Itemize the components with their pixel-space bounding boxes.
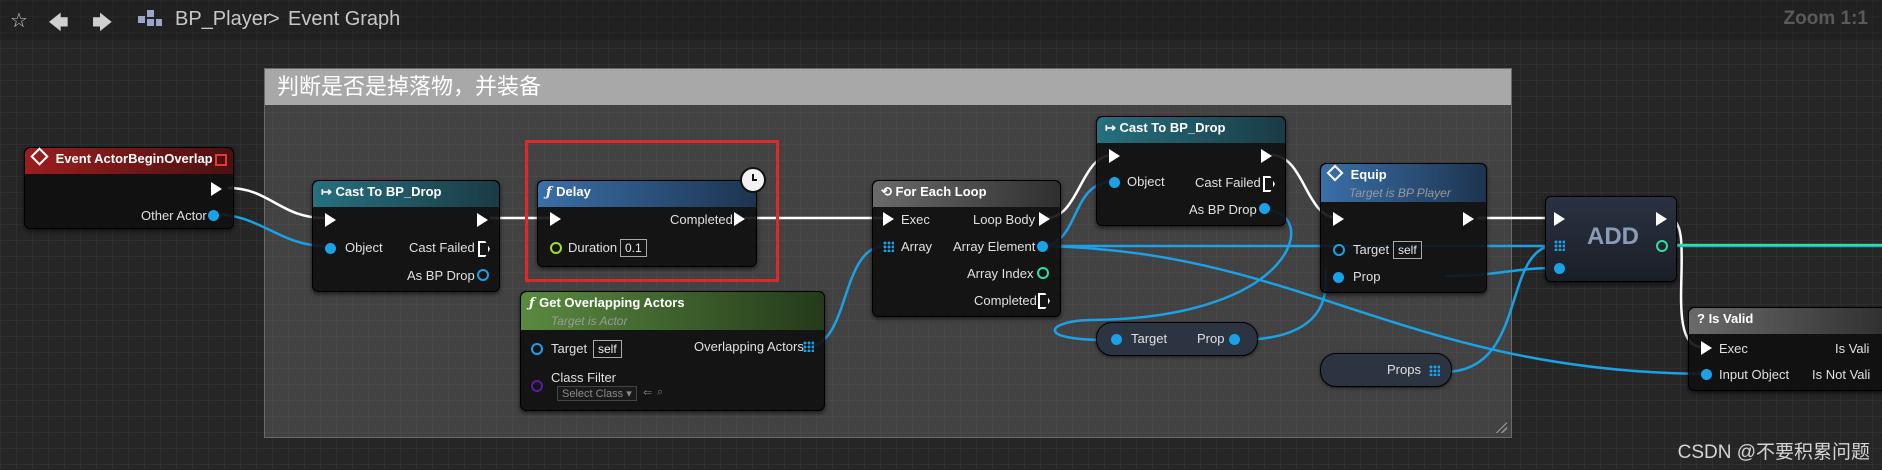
exec-out-pin[interactable] xyxy=(1463,212,1474,226)
pin-label: Cast Failed xyxy=(409,240,475,255)
exec-in-pin[interactable] xyxy=(1554,212,1565,226)
pin-label: Is Not Vali xyxy=(1812,367,1871,382)
prop-out-pin[interactable] xyxy=(1229,334,1240,345)
cast-failed-pin[interactable] xyxy=(478,241,490,257)
pin-label: Array xyxy=(901,239,933,254)
equip-node[interactable]: Equip Target is BP Player Target self Pr… xyxy=(1320,163,1487,293)
pin-label: Other Actor xyxy=(141,208,207,223)
pin-label: Cast Failed xyxy=(1195,175,1261,190)
object-pin[interactable] xyxy=(1109,177,1120,188)
function-diamond-icon xyxy=(1326,164,1344,182)
pin-label: As BP Drop xyxy=(407,268,475,283)
pin-label: Overlapping Actors xyxy=(694,339,804,354)
node-title: Equip xyxy=(1350,167,1387,182)
pin-label: Exec xyxy=(901,212,930,227)
exec-in-pin[interactable] xyxy=(1333,212,1344,226)
input-object-pin[interactable] xyxy=(1701,369,1712,380)
cast-to-bp-drop-node[interactable]: ↦ Cast To BP_Drop Object Cast Failed As … xyxy=(312,180,500,292)
watermark: CSDN @不要积累问题 xyxy=(1677,442,1870,463)
class-filter-pin[interactable] xyxy=(531,380,543,392)
highlight-box xyxy=(525,140,779,282)
node-title: Cast To BP_Drop xyxy=(335,184,442,199)
exec-in-pin[interactable] xyxy=(325,213,336,227)
pin-label: Object xyxy=(1127,174,1165,189)
loop-body-pin[interactable] xyxy=(1039,212,1050,226)
pin-label: Exec xyxy=(1719,341,1748,356)
exec-out-pin[interactable] xyxy=(211,182,222,196)
is-valid-node[interactable]: ? Is Valid Exec Is Vali Input Object Is … xyxy=(1688,307,1882,391)
prop-pin[interactable] xyxy=(1333,272,1344,283)
delegate-pin[interactable] xyxy=(215,154,227,166)
object-pin[interactable] xyxy=(325,243,336,254)
node-title: Cast To BP_Drop xyxy=(1119,120,1226,135)
prop-getter-node[interactable]: Target Prop xyxy=(1096,322,1258,356)
pin-label: Target xyxy=(551,341,588,356)
class-select-dropdown[interactable]: Select Class ▾ xyxy=(557,386,637,401)
props-variable-node[interactable]: Props xyxy=(1320,353,1452,387)
get-overlapping-actors-node[interactable]: ƒ Get Overlapping Actors Target is Actor… xyxy=(520,291,825,411)
exec-out-pin[interactable] xyxy=(1656,212,1667,226)
node-title: Get Overlapping Actors xyxy=(539,295,685,310)
use-selected-icon[interactable]: ⇐ xyxy=(643,386,652,399)
event-actor-begin-overlap-node[interactable]: Event ActorBeginOverlap Other Actor xyxy=(24,147,234,229)
pin-label: Target xyxy=(1353,242,1390,257)
pin-label: Input Object xyxy=(1719,367,1790,382)
node-title: Event ActorBeginOverlap xyxy=(55,151,213,166)
browse-search-icon[interactable]: ⌕ xyxy=(657,386,663,399)
target-self-input[interactable]: self xyxy=(593,340,622,358)
class-select-value: Select Class xyxy=(562,388,624,400)
exec-out-pin[interactable] xyxy=(477,213,488,227)
pin-label: Prop xyxy=(1353,269,1381,284)
exec-wire xyxy=(227,186,326,220)
target-pin[interactable] xyxy=(1111,334,1122,345)
node-title: For Each Loop xyxy=(895,184,987,199)
node-subtitle: Target is BP Player xyxy=(1349,186,1451,200)
as-bp-drop-pin[interactable] xyxy=(477,269,489,281)
array-add-node[interactable]: ADD xyxy=(1545,196,1677,282)
new-item-pin[interactable] xyxy=(1554,263,1565,274)
node-subtitle: Target is Actor xyxy=(551,314,628,328)
pin-label: Completed xyxy=(974,293,1037,308)
object-wire xyxy=(1053,208,1293,342)
target-array-pin[interactable] xyxy=(1554,240,1565,251)
other-actor-pin[interactable] xyxy=(208,210,219,221)
cast-icon: ↦ xyxy=(321,184,336,199)
cast-icon: ↦ xyxy=(1105,120,1120,135)
pin-label: Object xyxy=(345,240,383,255)
loop-icon: ⟲ xyxy=(881,184,896,199)
pin-label: Target xyxy=(1131,331,1168,346)
target-pin[interactable] xyxy=(531,343,543,355)
exec-out-pin[interactable] xyxy=(1261,149,1272,163)
index-out-pin[interactable] xyxy=(1656,240,1668,252)
array-index-pin[interactable] xyxy=(1037,267,1049,279)
question-icon: ? xyxy=(1697,311,1709,326)
add-label: ADD xyxy=(1587,223,1639,250)
pin-label: Loop Body xyxy=(973,212,1036,227)
node-title: Is Valid xyxy=(1708,311,1754,326)
event-diamond-icon xyxy=(30,147,49,166)
pin-label: Prop xyxy=(1197,331,1225,346)
exec-in-pin[interactable] xyxy=(1701,341,1712,355)
cast-failed-pin[interactable] xyxy=(1263,176,1275,192)
pin-label: As BP Drop xyxy=(1189,202,1257,217)
pin-label: Props xyxy=(1387,362,1421,377)
pin-label: Is Vali xyxy=(1835,341,1870,356)
cast-to-bp-drop-node-2[interactable]: ↦ Cast To BP_Drop Object Cast Failed As … xyxy=(1096,116,1286,226)
overlapping-actors-pin[interactable] xyxy=(803,341,814,352)
completed-pin[interactable] xyxy=(1038,293,1050,309)
pin-label: Array Index xyxy=(967,266,1034,281)
exec-in-pin[interactable] xyxy=(1109,149,1120,163)
function-icon: ƒ xyxy=(529,296,540,311)
exec-in-pin[interactable] xyxy=(883,212,894,226)
for-each-loop-node[interactable]: ⟲ For Each Loop Exec Loop Body Array Arr… xyxy=(872,180,1061,317)
pin-label: Array Element xyxy=(953,239,1036,254)
array-element-pin[interactable] xyxy=(1037,241,1048,252)
pin-label: Class Filter xyxy=(551,370,617,385)
target-self-input[interactable]: self xyxy=(1393,241,1422,259)
array-pin[interactable] xyxy=(883,241,894,252)
target-pin[interactable] xyxy=(1333,244,1345,256)
props-array-pin[interactable] xyxy=(1429,365,1440,376)
as-bp-drop-pin[interactable] xyxy=(1259,203,1270,214)
